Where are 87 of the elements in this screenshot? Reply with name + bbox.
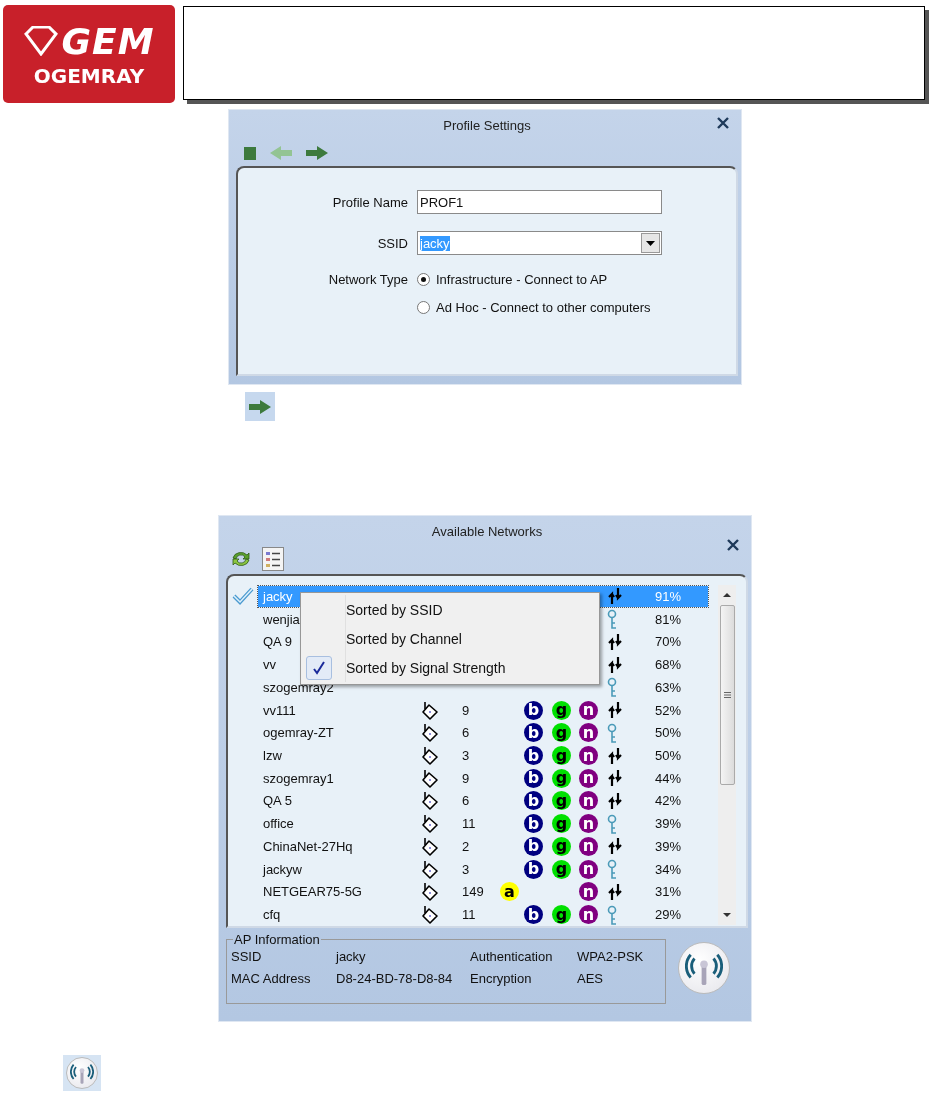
channel-text: 9 — [461, 702, 470, 718]
band-badge: b — [524, 836, 543, 856]
band-badge: b — [524, 768, 543, 788]
field-label: SSID — [376, 235, 408, 251]
signal-text: 50% — [654, 725, 682, 741]
channel-text: 3 — [461, 861, 470, 877]
band-badge: b — [524, 700, 543, 720]
ssid-text: cfq — [262, 907, 281, 923]
group-title: AP Information — [233, 932, 321, 947]
channel-text: 6 — [461, 725, 470, 741]
band-badge: n — [579, 814, 598, 834]
band-badge: g — [552, 905, 571, 925]
band-badge: g — [552, 859, 571, 879]
info-label: Authentication — [470, 949, 554, 964]
band-badge: g — [552, 836, 571, 856]
band-badge: n — [579, 791, 598, 811]
ssid-text: vv — [262, 657, 276, 673]
field-label: Profile Name — [331, 194, 408, 210]
band-badge: b — [524, 746, 543, 765]
info-label: SSID — [231, 949, 263, 964]
signal-text: 63% — [654, 679, 682, 695]
signal-text: 42% — [654, 793, 682, 809]
ssid-text: jacky — [261, 588, 293, 604]
signal-text: 39% — [654, 816, 682, 832]
band-badge: n — [579, 836, 598, 856]
signal-text: 29% — [654, 907, 682, 923]
logo-mark: GEM — [61, 20, 155, 62]
ssid-text: QA 5 — [262, 793, 292, 809]
channel-text: 149 — [461, 884, 484, 900]
channel-text: 11 — [461, 907, 476, 923]
ssid-text: ChinaNet-27Hq — [262, 838, 353, 854]
ssid-text: szogemray2 — [262, 679, 334, 695]
ssid-text: wenjia — [262, 611, 300, 627]
band-badge: a — [500, 882, 519, 902]
band-badge: b — [524, 905, 543, 925]
field-label: Network Type — [327, 272, 408, 287]
channel-text: 9 — [461, 770, 470, 786]
signal-text: 39% — [654, 838, 682, 854]
channel-text: 3 — [461, 748, 470, 763]
band-badge: g — [552, 746, 571, 765]
channel-text: 2 — [461, 838, 470, 854]
signal-text: 68% — [654, 657, 682, 673]
signal-text: 31% — [654, 884, 682, 900]
ssid-text: szogemray1 — [262, 770, 334, 786]
ssid-text: office — [262, 816, 294, 832]
band-badge: b — [524, 814, 543, 834]
signal-text: 70% — [654, 634, 682, 650]
info-value: D8-24-BD-78-D8-84 — [336, 971, 454, 986]
band-badge: b — [524, 723, 543, 743]
ssid-text: QA 9 — [262, 634, 292, 650]
radio-label: Infrastructure - Connect to AP — [436, 272, 608, 287]
signal-text: 50% — [654, 748, 682, 763]
channel-text: 6 — [461, 793, 470, 809]
band-badge: n — [579, 882, 598, 902]
info-label: Encryption — [470, 971, 533, 986]
ssid-text: vv111 — [262, 702, 296, 718]
radio-label: Ad Hoc - Connect to other computers — [436, 300, 651, 315]
band-badge: n — [579, 905, 598, 925]
band-badge: n — [579, 723, 598, 743]
band-badge: g — [552, 814, 571, 834]
band-badge: g — [552, 768, 571, 788]
signal-text: 52% — [654, 702, 682, 718]
signal-text: 81% — [654, 611, 682, 627]
band-badge: n — [579, 746, 598, 765]
signal-text: 34% — [654, 861, 682, 877]
band-badge: n — [579, 700, 598, 720]
band-badge: b — [524, 791, 543, 811]
window-title: Profile Settings — [443, 117, 531, 133]
info-value: jacky — [336, 949, 367, 964]
band-badge: g — [552, 723, 571, 743]
signal-text: 44% — [654, 770, 682, 786]
ssid-text: lzw — [262, 748, 282, 763]
info-label: MAC Address — [231, 971, 312, 986]
ssid-text: NETGEAR75-5G — [262, 884, 362, 900]
signal-text: 91% — [654, 588, 682, 604]
window-title: Available Networks — [431, 523, 543, 539]
band-badge: n — [579, 859, 598, 879]
info-value: WPA2-PSK — [577, 949, 645, 964]
ssid-text: jackyw — [261, 861, 302, 877]
channel-text: 11 — [461, 816, 476, 832]
band-badge: g — [552, 791, 571, 811]
band-badge: g — [552, 700, 571, 720]
ssid-text: ogemray-ZT — [262, 725, 334, 741]
band-badge: n — [579, 768, 598, 788]
band-badge: b — [524, 859, 543, 879]
logo-name: OGEMRAY — [33, 63, 145, 88]
info-value: AES — [577, 971, 604, 986]
